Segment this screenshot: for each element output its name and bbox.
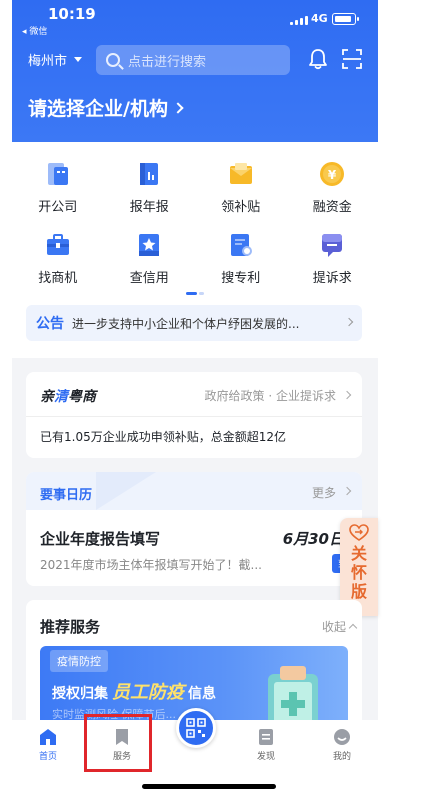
- page-title: 请选择企业/机构: [28, 98, 168, 120]
- battery-icon: [332, 13, 359, 25]
- home-indicator: [142, 784, 276, 789]
- care-mode-label: 关 怀 版: [351, 544, 367, 601]
- banner-post: 信息: [188, 686, 216, 702]
- services-grid-card: 开公司 报年报 领补贴 ¥ 融资金 找商机 查信用 搜专利 提诉求 公告 进一步…: [12, 142, 378, 358]
- brand-suffix: 粤商: [68, 389, 96, 405]
- banner-pre: 授权归集: [52, 686, 108, 702]
- care-char: 版: [350, 582, 367, 601]
- qqys-card[interactable]: 亲清粤商 政府给政策 · 企业提诉求 已有1.05万企业成功申领补贴，总金额超1…: [26, 372, 362, 458]
- services-grid: 开公司 报年报 领补贴 ¥ 融资金 找商机 查信用 搜专利 提诉求: [12, 160, 378, 286]
- report-icon: [140, 163, 159, 185]
- select-enterprise-link[interactable]: 请选择企业/机构: [28, 94, 184, 121]
- document-icon: [259, 729, 273, 745]
- bell-icon[interactable]: [308, 48, 328, 70]
- left-margin: [0, 0, 12, 798]
- tab-label: 首页: [38, 752, 57, 762]
- page-indicator: [186, 292, 204, 295]
- grid-item-financing[interactable]: ¥ 融资金: [287, 160, 379, 215]
- caret-down-icon: [74, 57, 83, 62]
- chevron-right-icon: [342, 390, 352, 400]
- briefcase-icon: [46, 234, 69, 255]
- signal-icon: [290, 15, 310, 25]
- grid-item-patent-search[interactable]: 搜专利: [195, 231, 287, 286]
- calendar-card: 要事日历 更多 企业年度报告填写 2021年度市场主体年报填写开始了！截... …: [26, 472, 362, 586]
- status-time: 10:19: [48, 5, 96, 23]
- grid-item-label: 报年报: [129, 200, 169, 215]
- tab-discover[interactable]: 发现: [236, 728, 296, 762]
- care-char: 怀: [350, 563, 367, 582]
- chevron-right-icon: [172, 101, 184, 114]
- credit-star-icon: [139, 234, 160, 256]
- network-type: 4G: [311, 12, 328, 25]
- qqys-stat: 已有1.05万企业成功申领补贴，总金额超12亿: [40, 430, 286, 444]
- grid-item-submit-request[interactable]: 提诉求: [287, 231, 379, 286]
- subsidy-envelope-icon: [229, 163, 252, 184]
- svg-text:¥: ¥: [328, 168, 337, 182]
- grid-item-label: 开公司: [38, 200, 78, 215]
- tab-label: 我的: [332, 752, 351, 762]
- city-label: 梅州市: [28, 54, 68, 69]
- notice-tag: 公告: [36, 316, 64, 332]
- care-char: 关: [350, 544, 367, 563]
- bottom-tab-bar: 首页 服务 发现 我的: [12, 708, 378, 798]
- grid-item-label: 查信用: [129, 271, 169, 286]
- calendar-header: 要事日历 更多: [26, 472, 362, 510]
- banner-headline: 授权归集 员工防疫 信息: [52, 678, 216, 704]
- search-placeholder: 点击进行搜索: [128, 54, 207, 70]
- search-icon: [106, 53, 120, 67]
- notice-bar[interactable]: 公告 进一步支持中小企业和个体户纾困发展的...: [26, 305, 362, 341]
- right-margin: [378, 0, 426, 798]
- patent-search-icon: [230, 234, 252, 256]
- brand-highlight: 清: [54, 389, 68, 405]
- city-selector[interactable]: 梅州市: [28, 50, 83, 69]
- grid-item-label: 领补贴: [221, 200, 261, 215]
- status-bar: 10:19 ◂ 微信 4G: [12, 0, 378, 37]
- calendar-item-desc: 2021年度市场主体年报填写开始了！截...: [40, 558, 262, 572]
- notice-text: 进一步支持中小企业和个体户纾困发展的...: [72, 316, 300, 331]
- collapse-button[interactable]: 收起: [322, 618, 346, 635]
- grid-item-label: 搜专利: [221, 271, 261, 286]
- tab-label: 发现: [256, 752, 275, 762]
- brand-prefix: 亲: [40, 389, 54, 405]
- banner-big: 员工防疫: [112, 682, 184, 703]
- calendar-title: 要事日历: [40, 488, 93, 503]
- grid-item-annual-report[interactable]: 报年报: [104, 160, 196, 215]
- profile-icon: [334, 729, 350, 745]
- calendar-more-link[interactable]: 更多: [312, 484, 336, 501]
- section-title: 推荐服务: [40, 618, 101, 636]
- calendar-item-date: 6月30日: [282, 530, 344, 548]
- tab-home[interactable]: 首页: [18, 728, 78, 762]
- back-to-wechat-link[interactable]: ◂ 微信: [22, 24, 47, 37]
- grid-item-label: 融资金: [312, 200, 352, 215]
- chevron-up-icon: [348, 623, 358, 633]
- divider: [26, 416, 362, 417]
- header: 10:19 ◂ 微信 4G 梅州市 点击进行搜索 请选择企业/机构: [12, 0, 378, 142]
- grid-item-open-company[interactable]: 开公司: [12, 160, 104, 215]
- grid-item-business-opportunity[interactable]: 找商机: [12, 231, 104, 286]
- grid-item-label: 找商机: [38, 271, 78, 286]
- calendar-item-title[interactable]: 企业年度报告填写: [40, 528, 160, 549]
- qqys-subtitle: 政府给政策 · 企业提诉求: [204, 389, 336, 403]
- qqys-brand: 亲清粤商: [40, 386, 96, 406]
- app-screen: 10:19 ◂ 微信 4G 梅州市 点击进行搜索 请选择企业/机构 开公司 报年…: [0, 0, 426, 798]
- qr-code-button[interactable]: [176, 708, 216, 748]
- building-icon: [47, 163, 68, 185]
- banner-tag: 疫情防控: [50, 650, 108, 672]
- header-decoration: [96, 472, 156, 510]
- search-input[interactable]: 点击进行搜索: [96, 45, 290, 75]
- highlight-box: [84, 714, 152, 772]
- tab-profile[interactable]: 我的: [312, 728, 372, 762]
- home-icon: [40, 729, 56, 745]
- chat-bubble-icon: [322, 234, 343, 257]
- heart-icon: [349, 524, 369, 541]
- yuan-coin-icon: ¥: [320, 162, 345, 186]
- grid-item-label: 提诉求: [312, 271, 352, 286]
- qr-code-icon: [186, 718, 206, 738]
- chevron-right-icon: [344, 317, 354, 327]
- chevron-right-icon: [342, 486, 352, 496]
- grid-item-credit-check[interactable]: 查信用: [104, 231, 196, 286]
- grid-item-subsidy[interactable]: 领补贴: [195, 160, 287, 215]
- scan-icon[interactable]: [342, 49, 362, 69]
